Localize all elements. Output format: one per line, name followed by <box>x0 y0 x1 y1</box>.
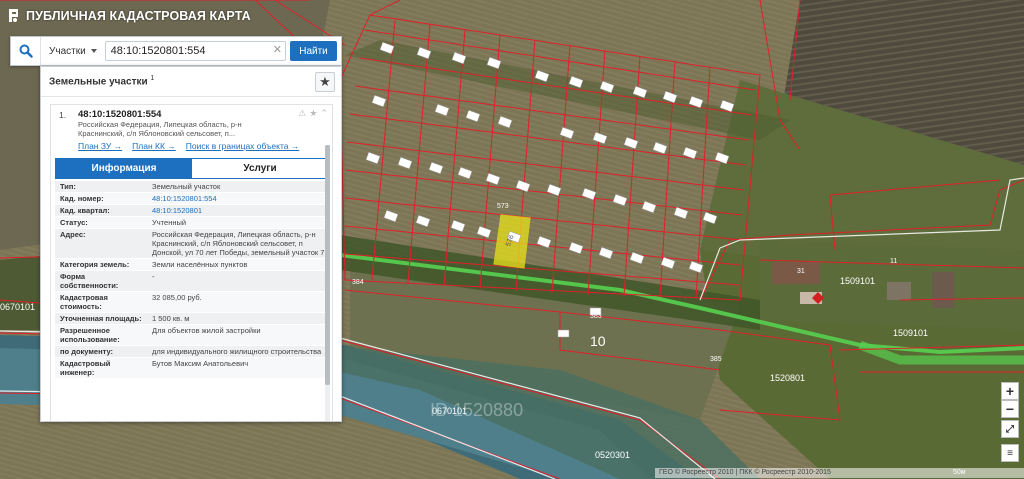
map-label: 1509101 <box>893 328 928 338</box>
plan-zu-link[interactable]: План ЗУ → <box>78 141 122 151</box>
search-input-wrap: ✕ <box>104 41 286 61</box>
card-tabs: Информация Услуги <box>55 158 329 179</box>
scrollbar-thumb[interactable] <box>325 145 330 385</box>
table-row: Форма собственности: - <box>55 271 329 292</box>
attr-key: Разрешенное использование: <box>60 326 120 344</box>
panel-title-text: Земельные участки <box>49 76 148 88</box>
fullscreen-icon[interactable]: ⤢ <box>1001 420 1019 438</box>
attr-key: Кад. номер: <box>60 194 104 203</box>
table-row: Кадастровый инженер: Бутов Максим Анатол… <box>55 358 329 379</box>
map-label: 384 <box>352 279 364 286</box>
attr-value: Земельный участок <box>152 182 221 191</box>
attr-value[interactable]: 48:10:1520801:554 <box>148 193 329 204</box>
tab-services[interactable]: Услуги <box>192 159 328 178</box>
map-label: 1520801 <box>770 373 805 383</box>
attr-key: Кад. квартал: <box>60 206 110 215</box>
result-card: 1. 48:10:1520801:554 Российская Федераци… <box>50 104 333 421</box>
attr-key: Уточненная площадь: <box>60 314 142 323</box>
table-row: Уточненная площадь: 1 500 кв. м <box>55 313 329 325</box>
search-type-label: Участки <box>49 45 86 57</box>
panel-header: Земельные участки 1 ★ <box>41 67 341 97</box>
cadastral-number[interactable]: 48:10:1520801:554 <box>78 109 161 120</box>
attr-key: Статус: <box>60 218 88 227</box>
panel-scrollbar[interactable] <box>325 145 330 421</box>
attr-key: Адрес: <box>60 230 86 239</box>
map-label: 1509101 <box>840 276 875 286</box>
attr-key: Категория земель: <box>60 260 130 269</box>
card-address: Российская Федерация, Липецкая область, … <box>78 120 242 138</box>
map-attribution: ГЕО © Росреестр 2010 | ПКК © Росреестр 2… <box>655 468 1024 478</box>
map-label: 0520301 <box>595 450 630 460</box>
attr-value: для индивидуального жилищного строительс… <box>152 347 322 356</box>
favorite-button[interactable]: ★ <box>315 71 335 92</box>
table-row: Разрешенное использование: Для объектов … <box>55 325 329 346</box>
search-button[interactable]: Найти <box>290 41 337 61</box>
attr-value: - <box>152 272 155 281</box>
attr-value: 32 085,00 руб. <box>152 293 202 302</box>
attr-value: Для объектов жилой застройки <box>152 326 261 335</box>
result-count: 1 <box>150 75 155 83</box>
rosreestr-logo-icon <box>6 8 20 24</box>
search-bar: Участки ✕ Найти <box>10 36 342 66</box>
app-title: ПУБЛИЧНАЯ КАДАСТРОВАЯ КАРТА <box>26 9 251 23</box>
search-in-bounds-link[interactable]: Поиск в границах объекта → <box>186 141 300 151</box>
attribute-table: Тип: Земельный участок Кад. номер: 48:10… <box>55 181 329 379</box>
map-scale: 50м <box>953 469 966 476</box>
star-icon[interactable]: ★ <box>309 108 317 119</box>
table-row: Кад. квартал: 48:10:1520801 <box>55 205 329 217</box>
layers-icon[interactable]: ≡ <box>1001 444 1019 462</box>
zoom-in-button[interactable]: + <box>1001 382 1019 400</box>
zoom-out-button[interactable]: − <box>1001 400 1019 418</box>
tab-info[interactable]: Информация <box>56 159 192 178</box>
attr-key: Кадастровая стоимость: <box>60 293 108 311</box>
attr-key: Кадастровый инженер: <box>60 359 111 377</box>
table-row: Категория земель: Земли населённых пункт… <box>55 259 329 271</box>
attr-value[interactable]: 48:10:1520801 <box>148 205 329 216</box>
search-type-select[interactable]: Участки <box>41 37 105 65</box>
map-label: 11 <box>890 258 897 265</box>
map-label: 0670101 <box>0 302 35 312</box>
table-row: Тип: Земельный участок <box>55 181 329 193</box>
table-row: Адрес: Российская Федерация, Липецкая об… <box>55 229 329 259</box>
attr-value: Российская Федерация, Липецкая область, … <box>152 230 325 257</box>
attr-value: Земли населённых пунктов <box>152 260 248 269</box>
card-header: 1. 48:10:1520801:554 Российская Федераци… <box>51 105 332 153</box>
chevron-up-icon[interactable]: ⌃ <box>320 108 328 119</box>
map-label: 385 <box>710 356 722 363</box>
plan-kk-link[interactable]: План КК → <box>132 141 176 151</box>
result-number: 1. <box>59 110 67 120</box>
clear-icon[interactable]: ✕ <box>273 43 282 56</box>
attr-key: Форма собственности: <box>60 272 119 290</box>
table-row: Кадастровая стоимость: 32 085,00 руб. <box>55 292 329 313</box>
warning-icon[interactable]: ⚠ <box>298 108 306 119</box>
attr-value: Учтенный <box>152 218 187 227</box>
panel-title: Земельные участки 1 <box>49 75 154 87</box>
card-links: План ЗУ → План КК → Поиск в границах объ… <box>78 141 299 151</box>
attr-value: 1 500 кв. м <box>152 314 190 323</box>
map-label: 573 <box>497 203 509 210</box>
map-label: 10 <box>590 333 606 349</box>
card-tools: ⚠ ★ ⌃ <box>298 108 328 119</box>
attr-key: Тип: <box>60 182 76 191</box>
attr-key: по документу: <box>60 347 114 356</box>
search-input[interactable] <box>104 41 286 61</box>
table-row: Статус: Учтенный <box>55 217 329 229</box>
search-icon[interactable] <box>11 37 41 65</box>
results-panel: Земельные участки 1 ★ 1. 48:10:1520801:5… <box>40 66 342 422</box>
table-row: Кад. номер: 48:10:1520801:554 <box>55 193 329 205</box>
attr-value: Бутов Максим Анатольевич <box>152 359 249 368</box>
map-label: 31 <box>797 268 805 275</box>
map-label: ID 1520880 <box>430 400 523 420</box>
table-row: по документу: для индивидуального жилищн… <box>55 346 329 358</box>
chevron-down-icon <box>90 49 97 53</box>
app-header: ПУБЛИЧНАЯ КАДАСТРОВАЯ КАРТА <box>6 6 251 26</box>
